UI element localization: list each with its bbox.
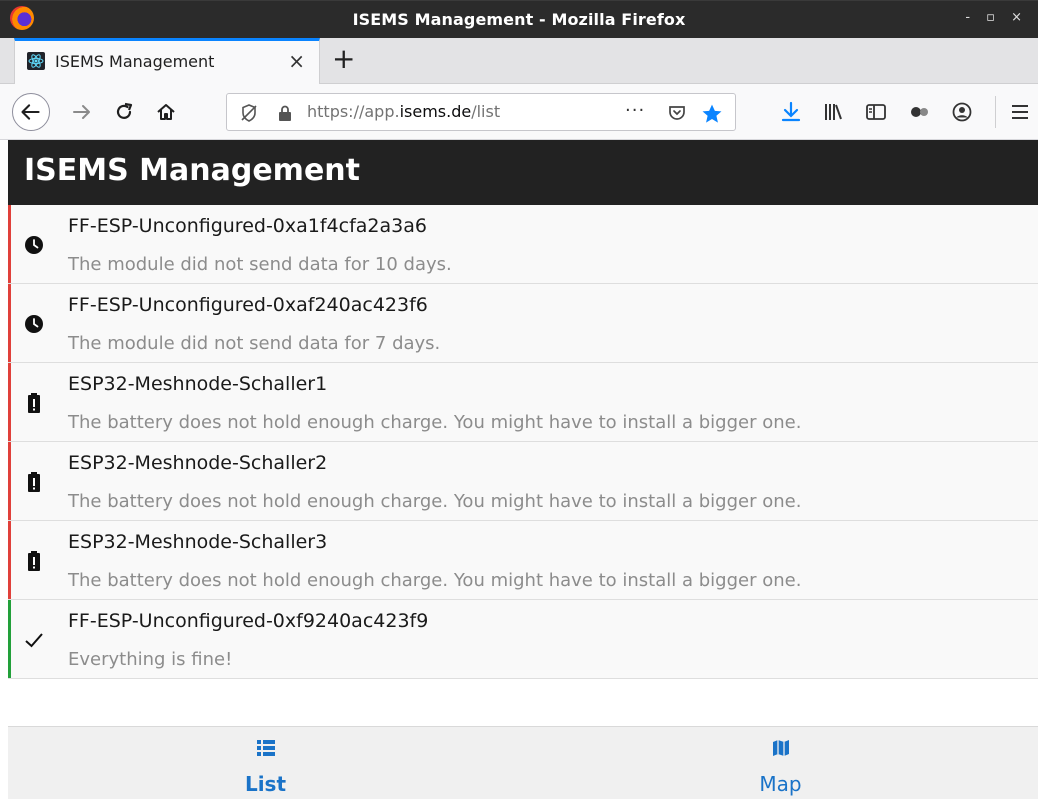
battery-alert-icon bbox=[24, 471, 44, 493]
module-list-item[interactable]: ESP32-Meshnode-Schaller1 The battery does… bbox=[8, 363, 1038, 442]
bottom-tab-list-label: List bbox=[244, 772, 287, 796]
app-title: ISEMS Management bbox=[24, 153, 360, 188]
tracking-protection-icon[interactable] bbox=[239, 103, 259, 123]
battery-alert-icon bbox=[24, 392, 44, 414]
url-text[interactable]: https://app.isems.de/list bbox=[307, 102, 500, 121]
bottom-navigation: List Map bbox=[8, 726, 1038, 799]
window-titlebar: ISEMS Management - Mozilla Firefox - ▫ × bbox=[0, 0, 1038, 38]
module-name: ESP32-Meshnode-Schaller1 bbox=[68, 373, 328, 395]
tab-strip: ISEMS Management × + bbox=[0, 38, 1038, 84]
browser-tab-active[interactable]: ISEMS Management × bbox=[14, 38, 320, 84]
arrow-right-icon bbox=[73, 105, 90, 119]
app-header: ISEMS Management bbox=[8, 140, 1038, 205]
new-tab-button[interactable]: + bbox=[332, 42, 355, 75]
url-domain: isems.de bbox=[399, 102, 472, 121]
module-name: ESP32-Meshnode-Schaller3 bbox=[68, 531, 328, 553]
bottom-tab-list[interactable]: List bbox=[8, 727, 523, 799]
navigation-toolbar: https://app.isems.de/list ··· bbox=[0, 84, 1038, 140]
reload-icon bbox=[116, 102, 133, 119]
back-button[interactable] bbox=[12, 93, 50, 131]
module-message: The battery does not hold enough charge.… bbox=[68, 491, 802, 512]
check-icon bbox=[24, 629, 44, 651]
bottom-tab-map[interactable]: Map bbox=[523, 727, 1038, 799]
status-indicator bbox=[8, 363, 11, 441]
module-name: ESP32-Meshnode-Schaller2 bbox=[68, 452, 328, 474]
tab-title: ISEMS Management bbox=[55, 52, 215, 71]
bookmark-star-icon[interactable] bbox=[701, 103, 722, 123]
module-list-item[interactable]: ESP32-Meshnode-Schaller2 The battery does… bbox=[8, 442, 1038, 521]
forward-button[interactable] bbox=[71, 101, 93, 123]
url-path: /list bbox=[471, 102, 501, 121]
downloads-icon[interactable] bbox=[779, 100, 803, 124]
toolbar-separator bbox=[995, 96, 996, 128]
clock-icon bbox=[24, 313, 44, 335]
module-list-item[interactable]: FF-ESP-Unconfigured-0xaf240ac423f6 The mo… bbox=[8, 284, 1038, 363]
status-indicator bbox=[8, 284, 11, 362]
module-list-item[interactable]: FF-ESP-Unconfigured-0xa1f4cfa2a3a6 The mo… bbox=[8, 205, 1038, 284]
account-icon[interactable] bbox=[950, 100, 974, 124]
home-button[interactable] bbox=[155, 101, 177, 123]
battery-alert-icon bbox=[24, 550, 44, 572]
window-title: ISEMS Management - Mozilla Firefox bbox=[352, 10, 686, 29]
module-list-item[interactable]: ESP32-Meshnode-Schaller3 The battery does… bbox=[8, 521, 1038, 600]
module-name: FF-ESP-Unconfigured-0xf9240ac423f9 bbox=[68, 610, 429, 632]
tab-close-icon[interactable]: × bbox=[288, 49, 305, 73]
pocket-icon[interactable] bbox=[667, 103, 687, 123]
library-icon[interactable] bbox=[821, 100, 845, 124]
sidebar-icon[interactable] bbox=[864, 100, 888, 124]
window-controls[interactable]: - ▫ × bbox=[965, 10, 1028, 25]
list-icon bbox=[257, 739, 275, 757]
module-name: FF-ESP-Unconfigured-0xa1f4cfa2a3a6 bbox=[68, 215, 427, 237]
status-indicator bbox=[8, 442, 11, 520]
module-list-item[interactable]: FF-ESP-Unconfigured-0xf9240ac423f9 Everyt… bbox=[8, 600, 1038, 679]
module-message: The battery does not hold enough charge.… bbox=[68, 412, 802, 433]
home-icon bbox=[157, 104, 175, 120]
extension-icon[interactable] bbox=[907, 100, 931, 124]
status-indicator bbox=[8, 600, 11, 678]
module-list: FF-ESP-Unconfigured-0xa1f4cfa2a3a6 The mo… bbox=[8, 205, 1038, 679]
status-indicator bbox=[8, 205, 11, 283]
url-prefix: https://app. bbox=[307, 102, 400, 121]
page-actions-icon[interactable]: ··· bbox=[625, 100, 645, 121]
react-favicon-icon bbox=[27, 52, 45, 70]
url-bar[interactable]: https://app.isems.de/list ··· bbox=[226, 93, 736, 131]
menu-hamburger-icon[interactable] bbox=[1008, 100, 1032, 124]
lock-icon[interactable] bbox=[275, 103, 295, 123]
module-message: Everything is fine! bbox=[68, 649, 233, 670]
map-icon bbox=[772, 739, 790, 757]
module-name: FF-ESP-Unconfigured-0xaf240ac423f6 bbox=[68, 294, 428, 316]
module-message: The battery does not hold enough charge.… bbox=[68, 570, 802, 591]
bottom-tab-map-label: Map bbox=[759, 772, 802, 796]
arrow-left-icon bbox=[21, 104, 40, 120]
reload-button[interactable] bbox=[113, 101, 135, 123]
clock-icon bbox=[24, 234, 44, 256]
module-message: The module did not send data for 7 days. bbox=[68, 333, 441, 354]
module-message: The module did not send data for 10 days… bbox=[68, 254, 452, 275]
status-indicator bbox=[8, 521, 11, 599]
